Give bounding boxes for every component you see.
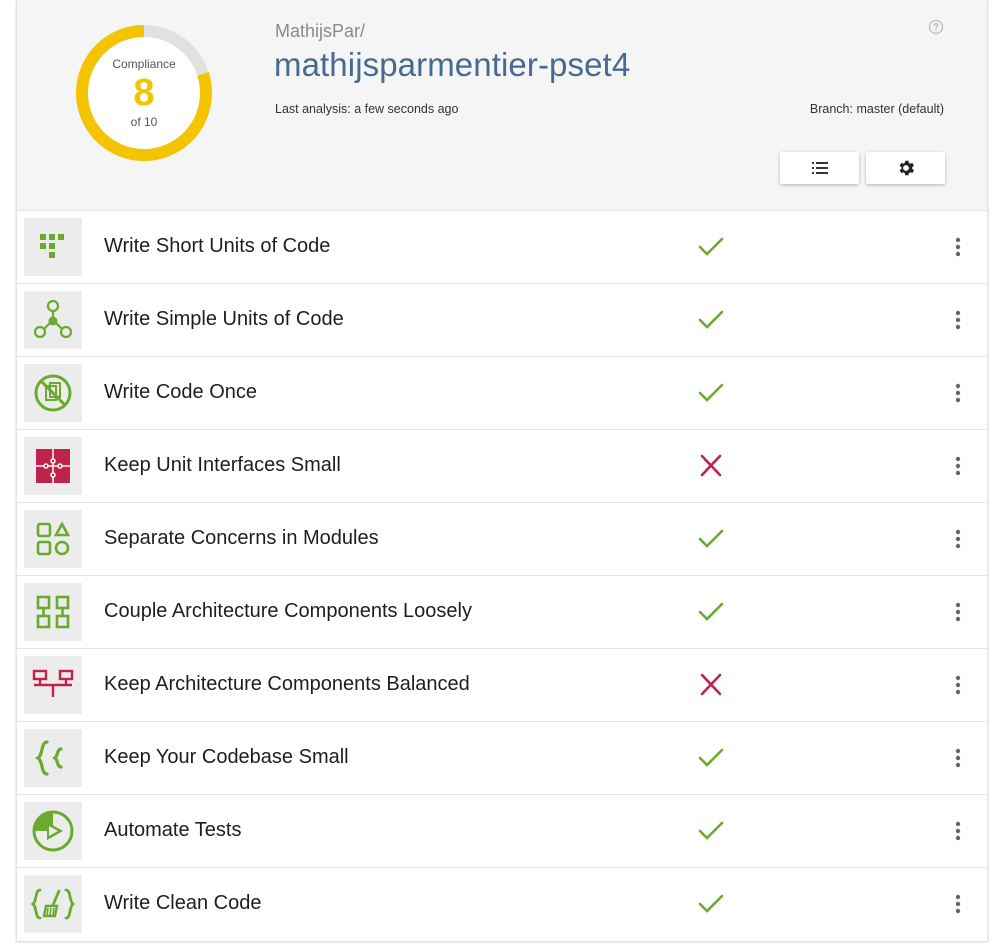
components-icon bbox=[36, 595, 70, 629]
guideline-row[interactable]: Write Short Units of Code bbox=[17, 211, 987, 284]
check-icon bbox=[697, 892, 725, 916]
guideline-row[interactable]: Automate Tests bbox=[17, 795, 987, 868]
guideline-row[interactable]: Keep Your Codebase Small bbox=[17, 722, 987, 795]
more-vertical-icon bbox=[955, 821, 961, 841]
guideline-row[interactable]: Keep Architecture Components Balanced bbox=[17, 649, 987, 722]
guideline-row[interactable]: Separate Concerns in Modules bbox=[17, 503, 987, 576]
short-units-icon bbox=[40, 234, 64, 258]
last-analysis-text: Last analysis: a few seconds ago bbox=[275, 102, 459, 116]
more-vertical-icon bbox=[955, 529, 961, 549]
guideline-label: Separate Concerns in Modules bbox=[104, 527, 379, 549]
check-icon bbox=[697, 235, 725, 259]
check-icon bbox=[697, 746, 725, 770]
clean-code-icon bbox=[31, 888, 75, 920]
simple-units-icon bbox=[33, 299, 73, 339]
cross-icon bbox=[697, 454, 725, 478]
guideline-row[interactable]: Write Clean Code bbox=[17, 868, 987, 941]
guideline-label: Automate Tests bbox=[104, 819, 242, 841]
more-vertical-icon bbox=[955, 894, 961, 914]
automate-tests-icon bbox=[32, 810, 74, 852]
check-icon bbox=[697, 308, 725, 332]
guideline-label: Write Clean Code bbox=[104, 892, 262, 914]
compliance-value: 8 bbox=[133, 72, 155, 114]
guideline-label: Write Simple Units of Code bbox=[104, 308, 344, 330]
balance-icon bbox=[32, 669, 74, 697]
guideline-row[interactable]: Write Simple Units of Code bbox=[17, 284, 987, 357]
more-vertical-icon bbox=[955, 237, 961, 257]
guideline-label: Keep Your Codebase Small bbox=[104, 746, 349, 768]
compliance-label: Compliance bbox=[112, 57, 176, 71]
guideline-label: Write Short Units of Code bbox=[104, 235, 331, 257]
more-vertical-icon bbox=[955, 675, 961, 695]
check-icon bbox=[697, 600, 725, 624]
check-icon bbox=[697, 819, 725, 843]
branch-text: Branch: master (default) bbox=[809, 102, 944, 116]
modules-icon bbox=[36, 521, 71, 556]
guideline-list: Write Short Units of Code Write Simple U… bbox=[17, 211, 987, 941]
compliance-score: Compliance 8 of 10 bbox=[75, 24, 213, 162]
guideline-row[interactable]: Write Code Once bbox=[17, 357, 987, 430]
list-view-button[interactable] bbox=[780, 152, 859, 184]
puzzle-icon bbox=[36, 449, 70, 483]
guideline-label: Keep Unit Interfaces Small bbox=[104, 454, 341, 476]
more-vertical-icon bbox=[955, 456, 961, 476]
more-vertical-icon bbox=[955, 602, 961, 622]
guideline-label: Keep Architecture Components Balanced bbox=[104, 673, 470, 695]
guideline-label: Couple Architecture Components Loosely bbox=[104, 600, 472, 622]
repository-name[interactable]: mathijsparmentier-pset4 bbox=[274, 46, 630, 84]
more-vertical-icon bbox=[955, 748, 961, 768]
repository-header: Compliance 8 of 10 MathijsPar/ mathijspa… bbox=[17, 0, 987, 211]
no-duplication-icon bbox=[34, 374, 72, 412]
settings-button[interactable] bbox=[866, 152, 945, 184]
more-vertical-icon bbox=[955, 310, 961, 330]
more-vertical-icon bbox=[955, 383, 961, 403]
cross-icon bbox=[697, 673, 725, 697]
gear-icon bbox=[899, 160, 914, 176]
guideline-label: Write Code Once bbox=[104, 381, 258, 403]
guideline-row[interactable]: Couple Architecture Components Loosely bbox=[17, 576, 987, 649]
help-circle-icon[interactable] bbox=[928, 19, 944, 35]
repository-card: Compliance 8 of 10 MathijsPar/ mathijspa… bbox=[16, 0, 988, 941]
list-icon bbox=[811, 162, 828, 174]
repository-owner[interactable]: MathijsPar/ bbox=[275, 21, 365, 42]
check-icon bbox=[697, 527, 725, 551]
braces-icon bbox=[35, 740, 63, 776]
check-icon bbox=[697, 381, 725, 405]
guideline-row[interactable]: Keep Unit Interfaces Small bbox=[17, 430, 987, 503]
compliance-max: of 10 bbox=[130, 115, 158, 129]
